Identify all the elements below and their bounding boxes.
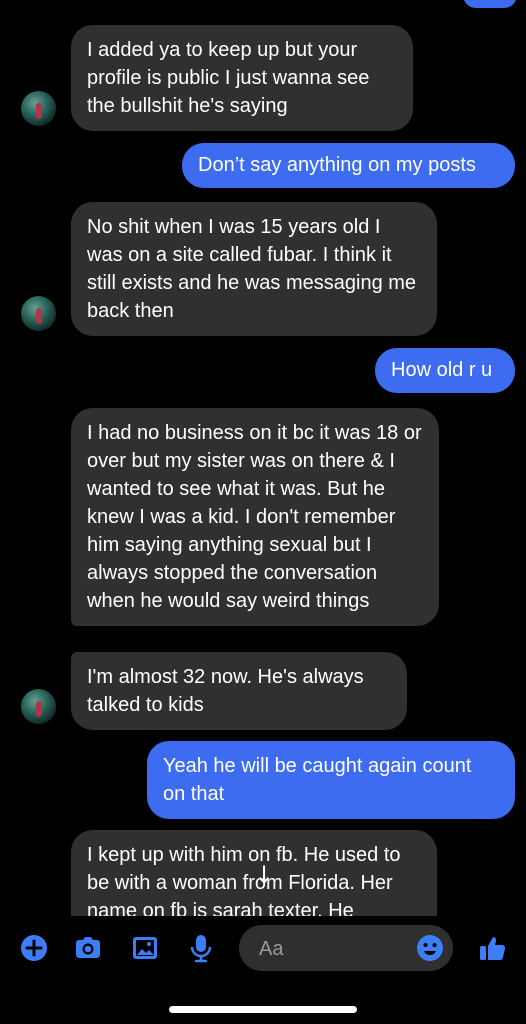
outgoing-message[interactable]: Don’t say anything on my posts: [182, 143, 515, 188]
contact-avatar[interactable]: [21, 296, 56, 331]
message-input-field[interactable]: [239, 925, 453, 973]
camera-icon[interactable]: [73, 933, 103, 963]
microphone-icon[interactable]: [186, 933, 216, 963]
contact-avatar[interactable]: [21, 91, 56, 126]
incoming-message[interactable]: I added ya to keep up but your profile i…: [71, 25, 413, 131]
plus-icon[interactable]: [19, 933, 49, 963]
previous-outgoing-bubble: [463, 0, 517, 8]
outgoing-message[interactable]: Yeah he will be caught again count on th…: [147, 741, 515, 819]
incoming-message[interactable]: I had no business on it bc it was 18 or …: [71, 408, 439, 626]
scroll-down-arrow-icon[interactable]: ↓: [247, 858, 281, 892]
message-thread[interactable]: I added ya to keep up but your profile i…: [0, 0, 526, 916]
incoming-message[interactable]: No shit when I was 15 years old I was on…: [71, 202, 437, 336]
image-icon[interactable]: [130, 933, 160, 963]
incoming-message[interactable]: I'm almost 32 now. He's always talked to…: [71, 652, 407, 730]
message-composer: [0, 916, 526, 980]
emoji-icon[interactable]: [415, 933, 445, 963]
contact-avatar[interactable]: [21, 689, 56, 724]
message-input[interactable]: [257, 925, 411, 973]
outgoing-message[interactable]: How old r u: [375, 348, 515, 393]
thumbs-up-icon[interactable]: [477, 933, 507, 963]
home-indicator: [169, 1006, 357, 1013]
